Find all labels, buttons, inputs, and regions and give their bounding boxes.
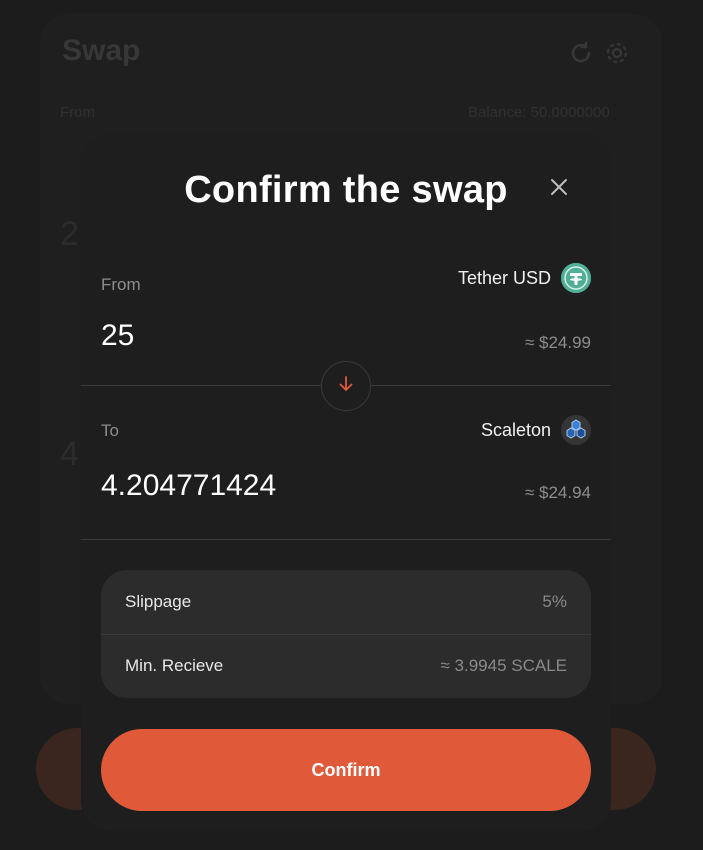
slippage-value: 5% bbox=[542, 592, 567, 611]
confirm-swap-modal: Confirm the swap From Tether USD 25 ≈ $2… bbox=[81, 133, 611, 831]
swap-details: Slippage 5% Min. Recieve ≈ 3.9945 SCALE bbox=[101, 570, 591, 698]
from-token-name: Tether USD bbox=[457, 267, 551, 288]
to-usd-value: ≈ $24.94 bbox=[524, 483, 591, 502]
from-amount: 25 bbox=[101, 319, 135, 352]
close-button[interactable] bbox=[547, 177, 571, 201]
to-section: To Scaleton 4.204771424 ≈ $24.94 bbox=[81, 385, 611, 539]
slippage-row: Slippage 5% bbox=[101, 570, 591, 634]
close-icon bbox=[550, 178, 568, 201]
from-token: Tether USD bbox=[458, 263, 591, 293]
to-amount: 4.204771424 bbox=[101, 469, 277, 502]
min-receive-row: Min. Recieve ≈ 3.9945 SCALE bbox=[101, 634, 591, 698]
to-token-name: Scaleton bbox=[480, 419, 551, 440]
to-label: To bbox=[101, 421, 119, 440]
section-divider bbox=[81, 539, 611, 540]
to-token: Scaleton bbox=[481, 415, 591, 445]
slippage-label: Slippage bbox=[125, 592, 192, 611]
min-receive-value: ≈ 3.9945 SCALE bbox=[440, 656, 567, 675]
min-receive-label: Min. Recieve bbox=[125, 656, 224, 675]
modal-title: Confirm the swap bbox=[184, 169, 508, 211]
scaleton-icon bbox=[561, 415, 591, 445]
from-label: From bbox=[101, 275, 141, 294]
from-usd-value: ≈ $24.99 bbox=[524, 333, 591, 352]
confirm-button[interactable]: Confirm bbox=[101, 729, 591, 811]
tether-icon bbox=[561, 263, 591, 293]
